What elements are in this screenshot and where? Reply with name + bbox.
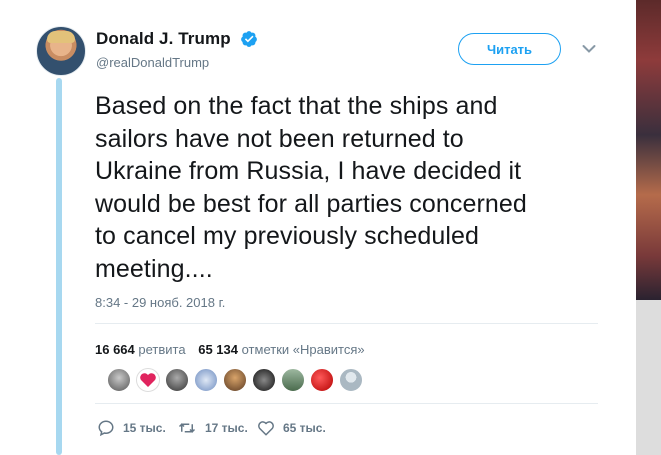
tweet-text-line: meeting....: [95, 254, 213, 283]
liker-avatar[interactable]: [281, 368, 305, 392]
avatar-hair: [47, 31, 75, 43]
divider: [95, 403, 598, 404]
divider: [95, 323, 598, 324]
liker-avatar[interactable]: [194, 368, 218, 392]
liker-avatar[interactable]: [136, 368, 160, 392]
tweet-text-line: Based on the fact that the ships and: [95, 92, 498, 120]
liker-avatar[interactable]: [252, 368, 276, 392]
retweets-label[interactable]: ретвита: [138, 342, 185, 357]
tweet-stats: 16 664 ретвита 65 134 отметки «Нравится»: [95, 342, 365, 357]
liker-avatar[interactable]: [339, 368, 363, 392]
background-photo: [636, 0, 661, 300]
retweets-count[interactable]: 16 664: [95, 342, 135, 357]
background-panel: [636, 300, 661, 455]
retweet-count: 17 тыс.: [205, 421, 248, 435]
likes-count[interactable]: 65 134: [198, 342, 238, 357]
liker-avatar[interactable]: [223, 368, 247, 392]
tweet-text-line: sailors have not been returned to: [95, 124, 464, 153]
author-handle[interactable]: @realDonaldTrump: [96, 55, 209, 70]
tweet-text-line: to cancel my previously scheduled: [95, 222, 480, 251]
reply-count: 15 тыс.: [123, 421, 166, 435]
tweet-text-line: Ukraine from Russia, I have decided it: [95, 157, 522, 186]
likes-label[interactable]: отметки «Нравится»: [242, 342, 365, 357]
tweet-timestamp[interactable]: 8:34 - 29 нояб. 2018 г.: [95, 295, 225, 310]
like-action[interactable]: 65 тыс.: [257, 419, 326, 437]
chevron-down-icon[interactable]: [582, 44, 596, 54]
like-icon: [258, 421, 274, 436]
tweet-text-line: would be best for all parties concerned: [95, 189, 527, 218]
verified-badge-icon: [241, 31, 257, 47]
heart-logo: [140, 373, 156, 387]
liker-avatar[interactable]: [165, 368, 189, 392]
reply-icon: [98, 420, 114, 437]
retweet-icon: [178, 423, 196, 433]
follow-button[interactable]: Читать: [458, 33, 561, 65]
liker-avatar[interactable]: [107, 368, 131, 392]
thread-line: [56, 78, 62, 455]
reply-action[interactable]: 15 тыс.: [97, 419, 166, 437]
retweet-action[interactable]: 17 тыс.: [177, 419, 248, 437]
like-count: 65 тыс.: [283, 421, 326, 435]
author-name[interactable]: Donald J. Trump: [96, 29, 231, 49]
liker-avatar[interactable]: [310, 368, 334, 392]
avatar[interactable]: [36, 26, 86, 76]
tweet-text: Based on the fact that the ships and sai…: [95, 90, 600, 286]
